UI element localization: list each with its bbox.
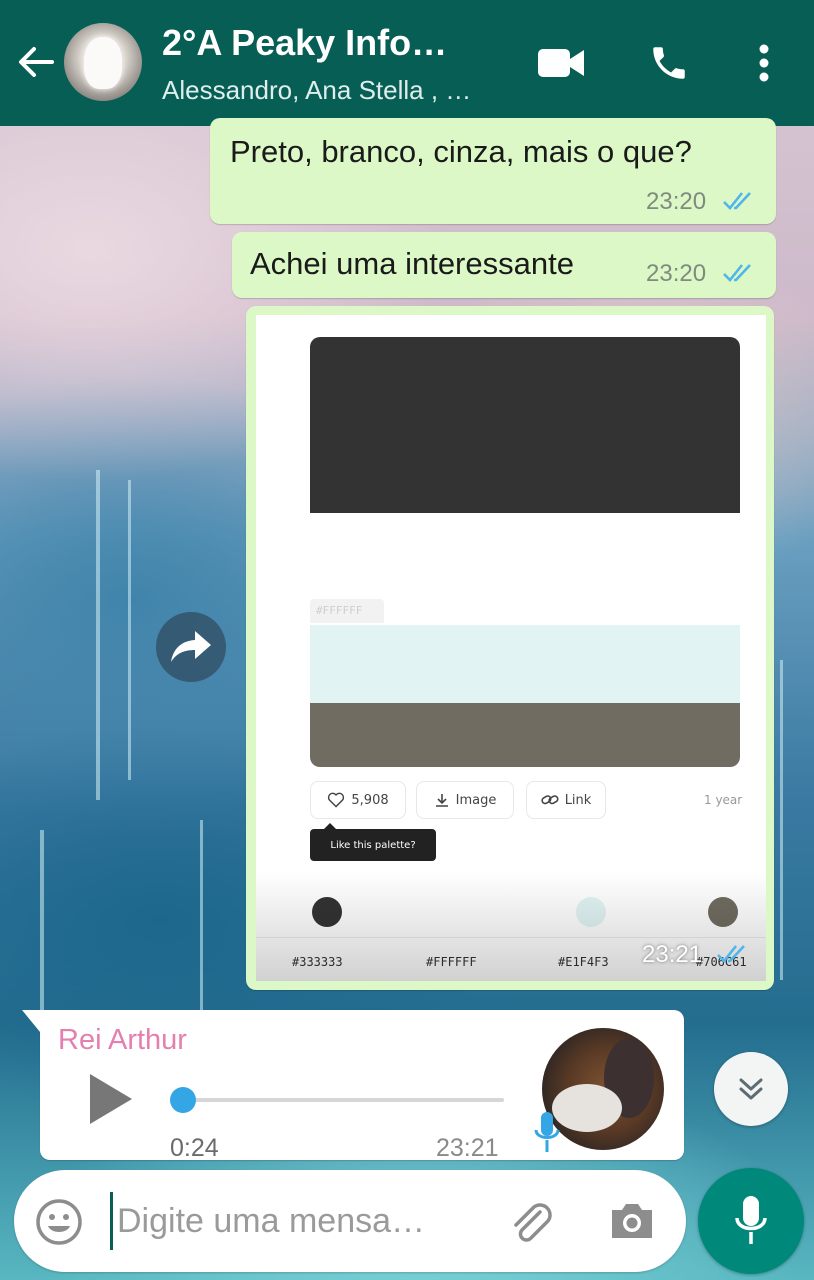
download-icon — [435, 794, 448, 807]
chat-title[interactable]: 2°A Peaky Info… — [162, 22, 472, 64]
audio-duration: 0:24 — [170, 1134, 219, 1162]
more-options-icon — [759, 44, 769, 82]
image-label: Image — [455, 792, 497, 808]
like-tooltip: Like this palette? — [310, 823, 436, 861]
message-text: Preto, branco, cinza, mais o que? — [230, 134, 692, 169]
back-arrow-icon — [19, 47, 54, 77]
forward-button[interactable] — [156, 612, 226, 682]
audio-progress-track[interactable] — [180, 1098, 504, 1102]
camera-button[interactable] — [608, 1200, 656, 1247]
camera-icon — [612, 1204, 652, 1238]
double-chevron-down-icon — [739, 1078, 763, 1100]
video-call-button[interactable] — [536, 44, 586, 87]
voice-call-button[interactable] — [648, 42, 690, 89]
outgoing-message[interactable]: Achei uma interessante 23:20 — [232, 232, 776, 298]
read-ticks-icon — [723, 264, 751, 282]
heart-icon — [328, 792, 345, 808]
video-call-icon — [538, 49, 584, 77]
back-button[interactable] — [14, 40, 58, 84]
message-time: 23:21 — [436, 1134, 499, 1162]
palette-screenshot-image[interactable]: #FFFFFF 5,908 Image Link 1 year Like thi… — [256, 315, 766, 981]
play-icon — [90, 1074, 132, 1124]
mic-icon — [534, 1112, 560, 1152]
forward-arrow-icon — [171, 631, 211, 662]
image-download-button: Image — [416, 781, 514, 819]
message-composer — [14, 1170, 686, 1272]
sender-name[interactable]: Rei Arthur — [58, 1024, 187, 1057]
read-ticks-icon — [717, 945, 745, 963]
emoji-button[interactable] — [34, 1197, 84, 1252]
group-avatar[interactable] — [64, 23, 142, 101]
mic-icon — [735, 1196, 767, 1244]
swatch-hex-label: #FFFFFF — [310, 599, 384, 623]
outgoing-message[interactable]: Preto, branco, cinza, mais o que? 23:20 — [210, 118, 776, 224]
emoji-icon — [36, 1199, 82, 1245]
palette-age: 1 year — [704, 793, 743, 807]
read-ticks-icon — [723, 192, 751, 210]
chat-participants[interactable]: Alessandro, Ana Stella , … — [162, 75, 502, 106]
phone-icon — [653, 47, 685, 79]
more-options-button[interactable] — [750, 42, 778, 89]
dog-snout — [552, 1084, 622, 1132]
scroll-to-bottom-button[interactable] — [714, 1052, 788, 1126]
palette-swatch-light — [310, 625, 740, 703]
link-icon — [541, 795, 559, 805]
audio-progress-handle[interactable] — [170, 1087, 196, 1113]
like-count: 5,908 — [351, 792, 389, 808]
message-time: 23:20 — [646, 260, 707, 287]
palette-swatch-taupe — [310, 703, 740, 767]
like-button: 5,908 — [310, 781, 406, 819]
voice-note-mic-badge — [532, 1110, 562, 1161]
cat-photo — [84, 37, 122, 89]
message-time: 23:21 — [642, 941, 703, 968]
chat-header: 2°A Peaky Info… Alessandro, Ana Stella ,… — [0, 0, 814, 126]
message-time: 23:20 — [646, 188, 707, 215]
paperclip-icon — [514, 1203, 552, 1242]
message-text: Achei uma interessante — [250, 246, 574, 281]
record-voice-button[interactable] — [698, 1168, 804, 1274]
link-label: Link — [564, 792, 592, 808]
play-button[interactable] — [86, 1072, 134, 1131]
incoming-voice-message[interactable]: Rei Arthur 0:24 23:21 — [22, 1010, 684, 1162]
palette-swatch-dark — [310, 337, 740, 513]
message-input[interactable] — [110, 1192, 480, 1250]
attach-button[interactable] — [506, 1196, 556, 1251]
link-button: Link — [526, 781, 606, 819]
